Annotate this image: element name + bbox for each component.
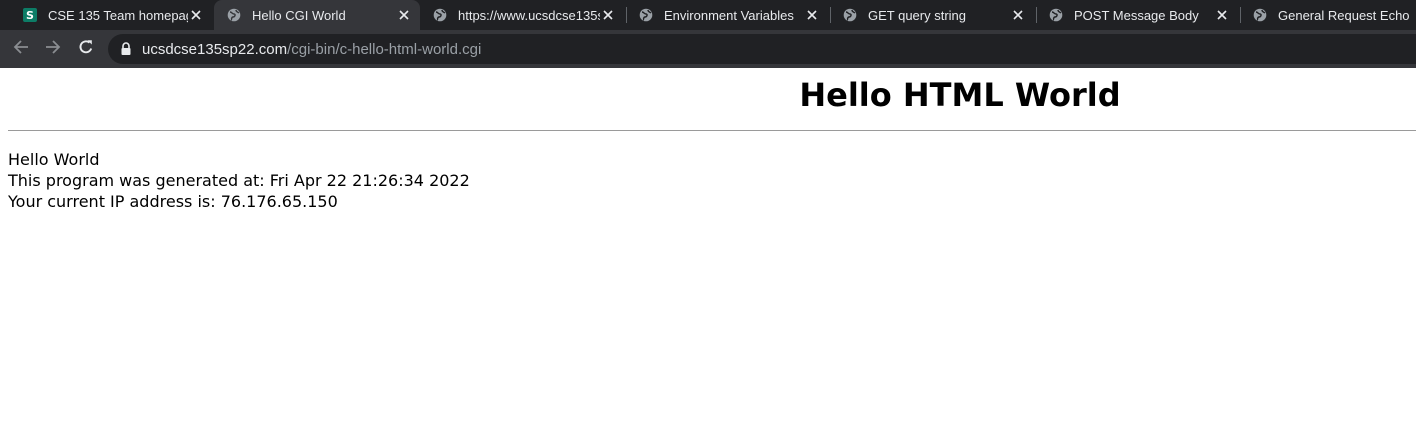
tab-hello-cgi-world[interactable]: Hello CGI World <box>214 0 420 30</box>
horizontal-rule <box>8 130 1416 131</box>
ip-address-line: Your current IP address is: 76.176.65.15… <box>8 192 338 211</box>
tab-title: GET query string <box>868 7 967 23</box>
tab-post-message-body[interactable]: POST Message Body <box>1040 0 1238 30</box>
lock-icon[interactable] <box>120 42 132 56</box>
tab-strip: S CSE 135 Team homepage Hello CGI World … <box>0 0 1416 30</box>
globe-icon <box>638 7 654 23</box>
globe-icon <box>842 7 858 23</box>
tab-title: POST Message Body <box>1074 7 1199 23</box>
globe-icon <box>1252 7 1268 23</box>
reload-icon <box>78 39 94 60</box>
s-logo-icon: S <box>22 7 38 23</box>
forward-button[interactable] <box>41 37 65 61</box>
close-icon[interactable] <box>1010 7 1026 23</box>
reload-button[interactable] <box>74 37 98 61</box>
generated-time-line: This program was generated at: Fri Apr 2… <box>8 171 470 190</box>
forward-arrow-icon <box>45 39 61 60</box>
url-path: /cgi-bin/c-hello-html-world.cgi <box>287 41 482 58</box>
page-heading: Hello HTML World <box>799 76 1121 114</box>
tab-title: General Request Echo <box>1278 7 1410 23</box>
back-arrow-icon <box>13 39 29 60</box>
output-lines: Hello World This program was generated a… <box>8 149 470 212</box>
tab-separator <box>1240 7 1241 23</box>
tab-title: Environment Variables <box>664 7 794 23</box>
tab-ucsdcse135-url[interactable]: https://www.ucsdcse135sp22.com <box>424 0 624 30</box>
page-content: Hello HTML World Hello World This progra… <box>0 68 1416 426</box>
tab-get-query-string[interactable]: GET query string <box>834 0 1034 30</box>
close-icon[interactable] <box>804 7 820 23</box>
url-host: ucsdcse135sp22.com <box>142 41 288 58</box>
back-button[interactable] <box>9 37 33 61</box>
globe-icon <box>432 7 448 23</box>
close-icon[interactable] <box>396 7 412 23</box>
tab-separator <box>1036 7 1037 23</box>
tab-environment-variables[interactable]: Environment Variables <box>630 0 828 30</box>
close-icon[interactable] <box>188 7 204 23</box>
tab-separator <box>830 7 831 23</box>
tab-separator <box>626 7 627 23</box>
tab-title: Hello CGI World <box>252 7 346 23</box>
close-icon[interactable] <box>1214 7 1230 23</box>
url-text[interactable]: ucsdcse135sp22.com/cgi-bin/c-hello-html-… <box>142 41 481 58</box>
tab-title: CSE 135 Team homepage <box>48 7 188 23</box>
close-icon[interactable] <box>600 7 616 23</box>
globe-icon <box>1048 7 1064 23</box>
greeting-line: Hello World <box>8 150 100 169</box>
address-bar[interactable]: ucsdcse135sp22.com/cgi-bin/c-hello-html-… <box>108 34 1416 64</box>
browser-toolbar: ucsdcse135sp22.com/cgi-bin/c-hello-html-… <box>0 30 1416 68</box>
tab-cse135-homepage[interactable]: S CSE 135 Team homepage <box>14 0 212 30</box>
tab-title: https://www.ucsdcse135sp22.com <box>458 7 600 23</box>
globe-icon <box>226 7 242 23</box>
tab-general-request-echo[interactable]: General Request Echo <box>1244 0 1416 30</box>
